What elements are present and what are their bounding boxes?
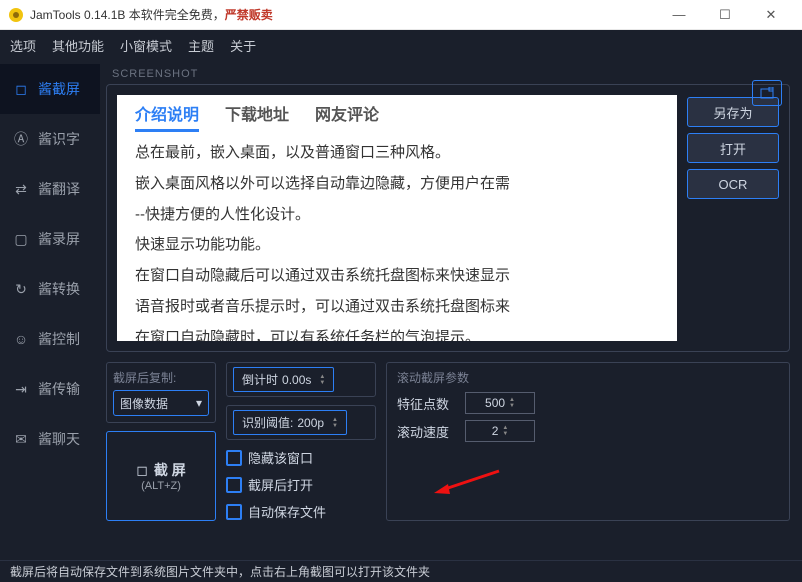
maximize-button[interactable]: ☐ xyxy=(702,0,748,30)
text-icon: Ⓐ xyxy=(12,130,30,148)
sidebar-item-chat[interactable]: ✉酱聊天 xyxy=(0,414,100,464)
convert-icon: ↻ xyxy=(12,280,30,298)
screenshot-button[interactable]: ◻截 屏 (ALT+Z) xyxy=(106,431,216,521)
sidebar-item-ocr[interactable]: Ⓐ酱识字 xyxy=(0,114,100,164)
spinner-arrows-icon: ▲▼ xyxy=(502,425,508,437)
statusbar: 截屏后将自动保存文件到系统图片文件夹中，点击右上角截图可以打开该文件夹 xyxy=(0,560,802,582)
folder-icon xyxy=(760,87,774,99)
sidebar-item-screenshot[interactable]: ◻酱截屏 xyxy=(0,64,100,114)
scroll-speed-label: 滚动速度 xyxy=(397,422,449,441)
sidebar-item-convert[interactable]: ↻酱转换 xyxy=(0,264,100,314)
sidebar-item-record[interactable]: ▢酱录屏 xyxy=(0,214,100,264)
app-icon xyxy=(8,7,24,23)
sidebar-item-translate[interactable]: ⇄酱翻译 xyxy=(0,164,100,214)
sidebar-item-control[interactable]: ☺酱控制 xyxy=(0,314,100,364)
spinner-arrows-icon: ▲▼ xyxy=(319,374,325,386)
menubar: 选项 其他功能 小窗模式 主题 关于 xyxy=(0,30,802,60)
close-button[interactable]: ✕ xyxy=(748,0,794,30)
translate-icon: ⇄ xyxy=(12,180,30,198)
screenshot-panel: 介绍说明 下载地址 网友评论 总在最前，嵌入桌面，以及普通窗口三种风格。 嵌入桌… xyxy=(106,84,790,352)
scroll-params-panel: 滚动截屏参数 特征点数 500▲▼ 滚动速度 2▲▼ xyxy=(386,362,790,521)
threshold-panel: 识别阈值:200p ▲▼ xyxy=(226,405,376,440)
crop-icon: ◻ xyxy=(12,80,30,98)
menu-theme[interactable]: 主题 xyxy=(188,36,214,55)
transfer-icon: ⇥ xyxy=(12,380,30,398)
open-button[interactable]: 打开 xyxy=(687,133,779,163)
menu-about[interactable]: 关于 xyxy=(230,36,256,55)
control-icon: ☺ xyxy=(12,330,30,348)
copy-after-panel: 截屏后复制: 图像数据▾ xyxy=(106,362,216,423)
preview-tab-download[interactable]: 下载地址 xyxy=(225,101,289,132)
minimize-button[interactable]: — xyxy=(656,0,702,30)
checkbox-open-after[interactable]: 截屏后打开 xyxy=(226,475,376,494)
feature-points-input[interactable]: 500▲▼ xyxy=(465,392,535,414)
sidebar-item-transfer[interactable]: ⇥酱传输 xyxy=(0,364,100,414)
chat-icon: ✉ xyxy=(12,430,30,448)
scroll-speed-input[interactable]: 2▲▼ xyxy=(465,420,535,442)
preview-area: 介绍说明 下载地址 网友评论 总在最前，嵌入桌面，以及普通窗口三种风格。 嵌入桌… xyxy=(117,95,677,341)
chevron-down-icon: ▾ xyxy=(196,396,202,410)
crop-icon: ◻ xyxy=(136,462,148,479)
section-label: SCREENSHOT xyxy=(112,68,790,80)
app-title: JamTools 0.14.1B 本软件完全免费，严禁贩卖 xyxy=(30,6,273,23)
copy-label: 截屏后复制: xyxy=(113,369,209,386)
preview-tab-comments[interactable]: 网友评论 xyxy=(315,101,379,132)
countdown-panel: 倒计时0.00s ▲▼ xyxy=(226,362,376,397)
menu-other[interactable]: 其他功能 xyxy=(52,36,104,55)
checkbox-autosave[interactable]: 自动保存文件 xyxy=(226,502,376,521)
record-icon: ▢ xyxy=(12,230,30,248)
countdown-spinner[interactable]: 倒计时0.00s ▲▼ xyxy=(233,367,334,392)
open-folder-button[interactable] xyxy=(752,80,782,106)
scroll-title: 滚动截屏参数 xyxy=(397,369,779,386)
spinner-arrows-icon: ▲▼ xyxy=(332,417,338,429)
ocr-button[interactable]: OCR xyxy=(687,169,779,199)
checkbox-hide-window[interactable]: 隐藏该窗口 xyxy=(226,448,376,467)
titlebar: JamTools 0.14.1B 本软件完全免费，严禁贩卖 — ☐ ✕ xyxy=(0,0,802,30)
preview-tab-intro[interactable]: 介绍说明 xyxy=(135,101,199,132)
sidebar: ◻酱截屏 Ⓐ酱识字 ⇄酱翻译 ▢酱录屏 ↻酱转换 ☺酱控制 ⇥酱传输 ✉酱聊天 xyxy=(0,60,100,560)
menu-minimode[interactable]: 小窗模式 xyxy=(120,36,172,55)
menu-options[interactable]: 选项 xyxy=(10,36,36,55)
threshold-spinner[interactable]: 识别阈值:200p ▲▼ xyxy=(233,410,347,435)
copy-select[interactable]: 图像数据▾ xyxy=(113,390,209,416)
spinner-arrows-icon: ▲▼ xyxy=(509,397,515,409)
preview-text: 总在最前，嵌入桌面，以及普通窗口三种风格。 嵌入桌面风格以外可以选择自动靠边隐藏… xyxy=(117,134,677,341)
feature-points-label: 特征点数 xyxy=(397,394,449,413)
